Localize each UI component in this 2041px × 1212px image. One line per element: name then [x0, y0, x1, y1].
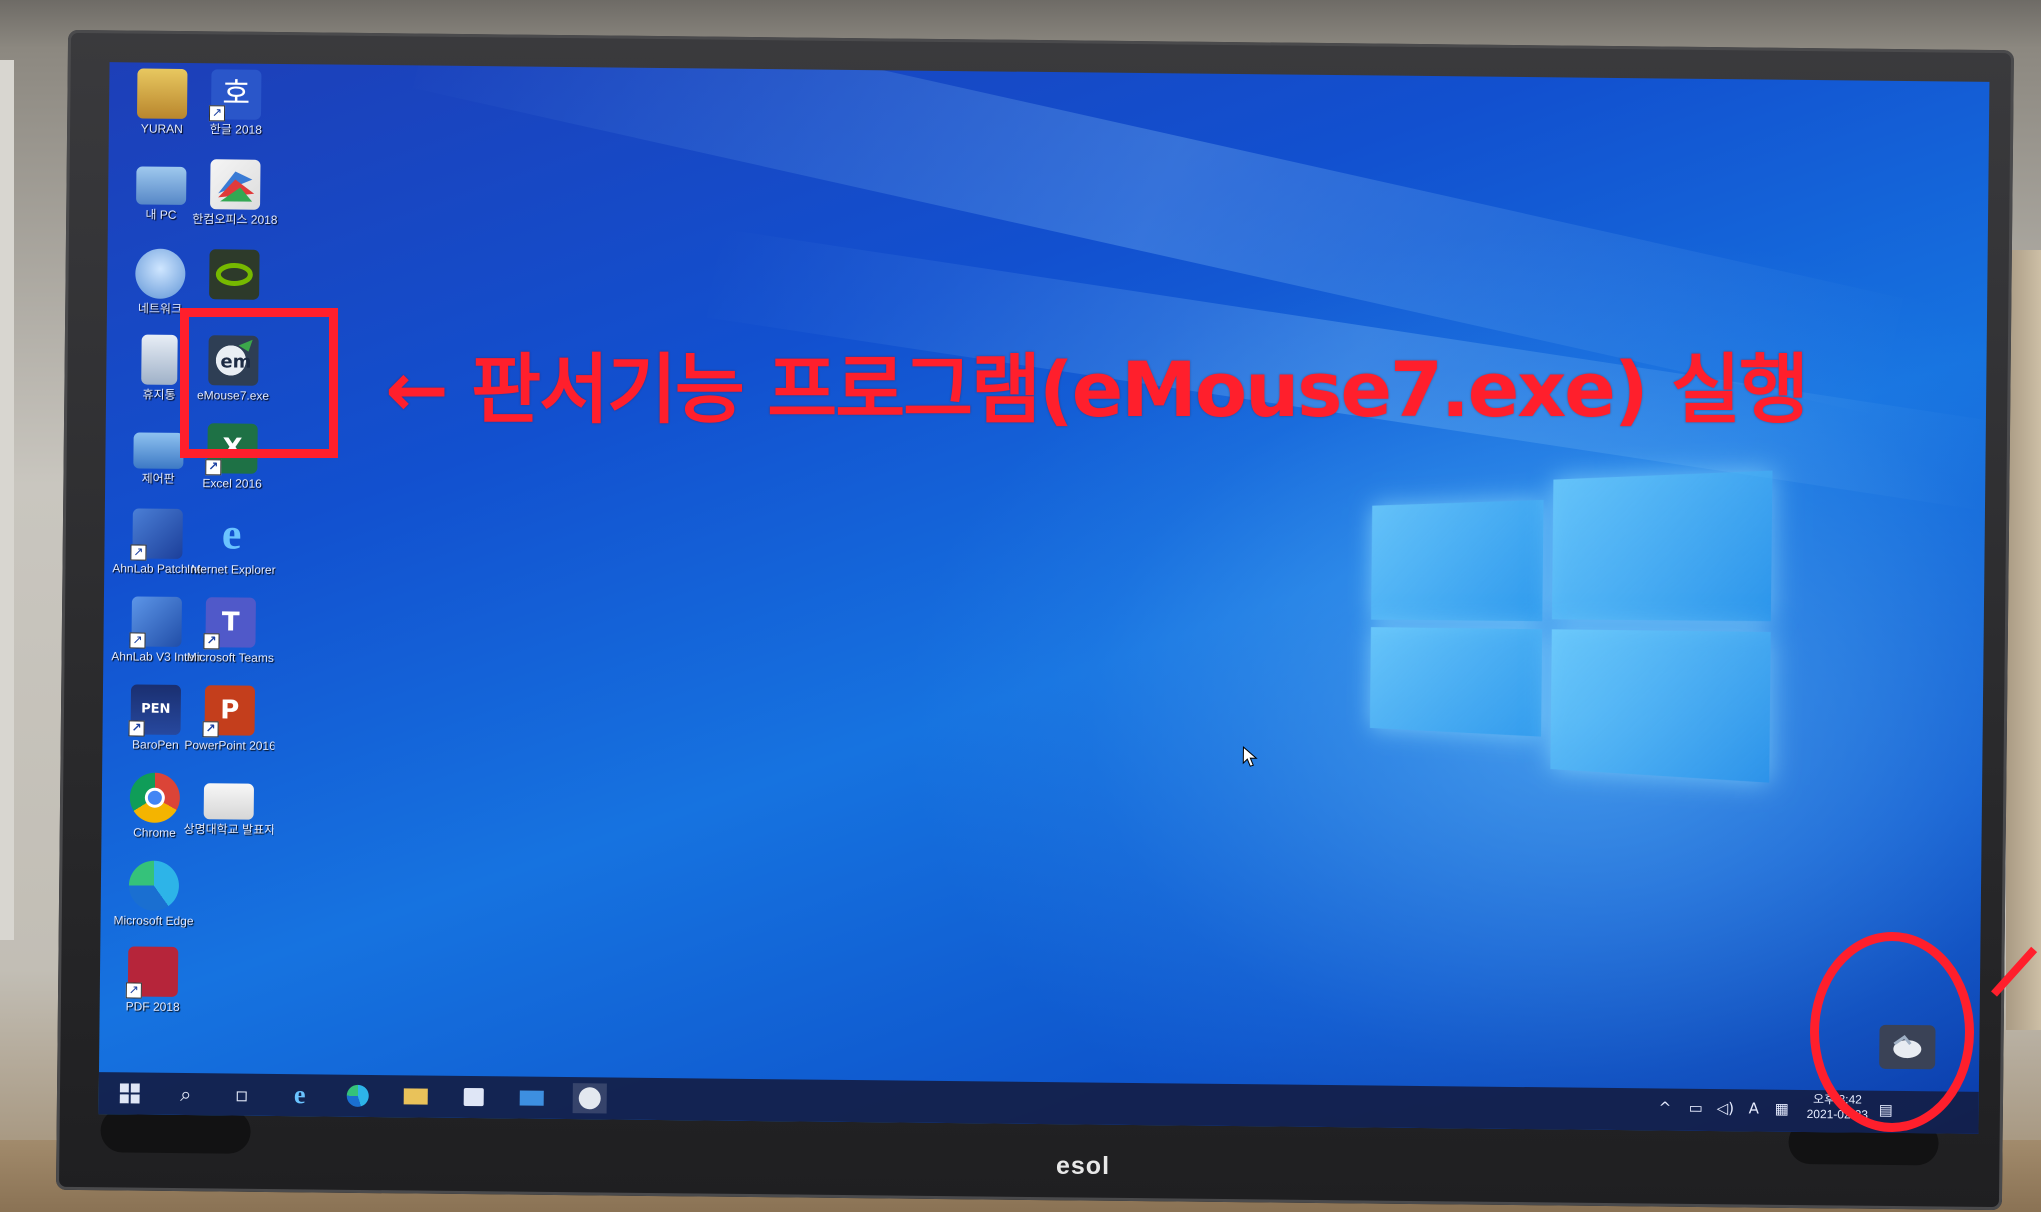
taskbar-edge[interactable] [341, 1081, 375, 1111]
annotation-circle [1810, 932, 1974, 1132]
shortcut-arrow-icon: ↗ [205, 459, 222, 476]
taskbar-store[interactable] [457, 1082, 491, 1112]
powerpoint-icon: P ↗ [202, 685, 256, 738]
taskbar-search-button[interactable]: ⌕ [169, 1079, 203, 1109]
shortcut-arrow-icon: ↗ [208, 105, 226, 122]
shortcut-arrow-icon: ↗ [130, 544, 147, 561]
network-icon[interactable]: ▭ [1689, 1099, 1703, 1117]
network-icon [135, 248, 186, 299]
brand-logo: esol [1056, 1152, 1111, 1180]
file-explorer-icon [403, 1088, 428, 1105]
ime-indicator[interactable]: A [1749, 1099, 1759, 1117]
taskbar-task-view-button[interactable]: ▫ [225, 1079, 259, 1109]
user-folder-icon [136, 68, 188, 119]
desktop-icon-nvidia[interactable] [189, 249, 280, 303]
annotation-arrow: ← [385, 345, 449, 434]
taskbar-file-explorer[interactable] [399, 1081, 433, 1111]
shortcut-arrow-icon: ↗ [203, 633, 220, 650]
windows-logo-wallpaper [1369, 470, 1773, 783]
chrome-icon [129, 772, 181, 823]
desktop-icon-pdf[interactable]: ↗ PDF 2018 [108, 946, 199, 1014]
desktop-icon-presentation-file[interactable]: 상명대학교 발표자료... [183, 773, 274, 837]
logo-pane [1369, 627, 1543, 737]
presentation-file-icon [203, 783, 255, 820]
desktop-icon-edge[interactable]: Microsoft Edge [109, 860, 200, 928]
volume-icon[interactable]: ◁) [1717, 1099, 1735, 1117]
search-icon: ⌕ [180, 1081, 192, 1107]
internet-explorer-icon: e [293, 1080, 306, 1110]
logo-pane [1551, 470, 1773, 622]
tray-overflow-chevron[interactable]: ^ [1659, 1098, 1672, 1116]
keyboard-icon[interactable]: ▦ [1775, 1100, 1789, 1118]
logo-pane [1550, 629, 1771, 783]
shortcut-arrow-icon: ↗ [202, 721, 219, 738]
shortcut-arrow-icon: ↗ [125, 982, 142, 999]
nvidia-icon [209, 249, 260, 300]
hancom-office-icon [210, 159, 261, 210]
control-panel-icon [133, 432, 184, 469]
desktop-icon-teams[interactable]: T ↗ Microsoft Teams [185, 597, 276, 665]
wall-right [2006, 250, 2041, 1030]
desktop-icon-powerpoint[interactable]: P ↗ PowerPoint 2016 [184, 685, 275, 753]
logo-pane [1371, 499, 1544, 622]
baropen-icon: PEN ↗ [128, 684, 182, 737]
desktop-icon-internet-explorer[interactable]: e Internet Explorer [186, 509, 277, 577]
pdf-icon: ↗ [125, 946, 179, 999]
annotation-callout: ← 판서기능 프로그램(eMouse7.exe) 실행 [385, 345, 1809, 435]
annotation-highlight-box [180, 308, 338, 458]
internet-explorer-icon: e [221, 509, 242, 559]
edge-icon [128, 860, 180, 911]
start-button[interactable] [113, 1078, 147, 1108]
task-view-icon: ▫ [234, 1082, 249, 1107]
store-icon [463, 1087, 484, 1107]
hangul-icon: 호 ↗ [208, 69, 262, 122]
taskbar-emouse[interactable] [572, 1083, 607, 1114]
ahnlab-v3-icon: ↗ [129, 596, 182, 649]
ahnlab-patch-icon: ↗ [130, 508, 183, 561]
taskbar-internet-explorer[interactable]: e [283, 1080, 317, 1110]
desktop-icon-hancom-office[interactable]: 한컴오피스 2018 [190, 159, 281, 227]
this-pc-icon [136, 166, 187, 205]
mail-icon [519, 1090, 544, 1106]
taskbar-mail[interactable] [515, 1082, 549, 1112]
shortcut-arrow-icon: ↗ [129, 632, 146, 649]
shortcut-arrow-icon: ↗ [128, 720, 145, 737]
annotation-label: 판서기능 프로그램(eMouse7.exe) 실행 [471, 345, 1809, 434]
mouse-cursor-icon [1242, 746, 1258, 767]
start-icon [119, 1083, 140, 1104]
desktop-icon-hangul[interactable]: 호 ↗ 한글 2018 [191, 69, 282, 137]
edge-icon [346, 1084, 369, 1107]
recycle-bin-icon [141, 334, 178, 385]
emouse-icon [578, 1087, 601, 1110]
teams-icon: T ↗ [203, 597, 256, 650]
wall-left [0, 60, 14, 940]
desktop-screen: YURAN 호 ↗ 한글 2018 내 PC 한컴오피스 2018 네트워크 휴지… [98, 62, 1990, 1134]
